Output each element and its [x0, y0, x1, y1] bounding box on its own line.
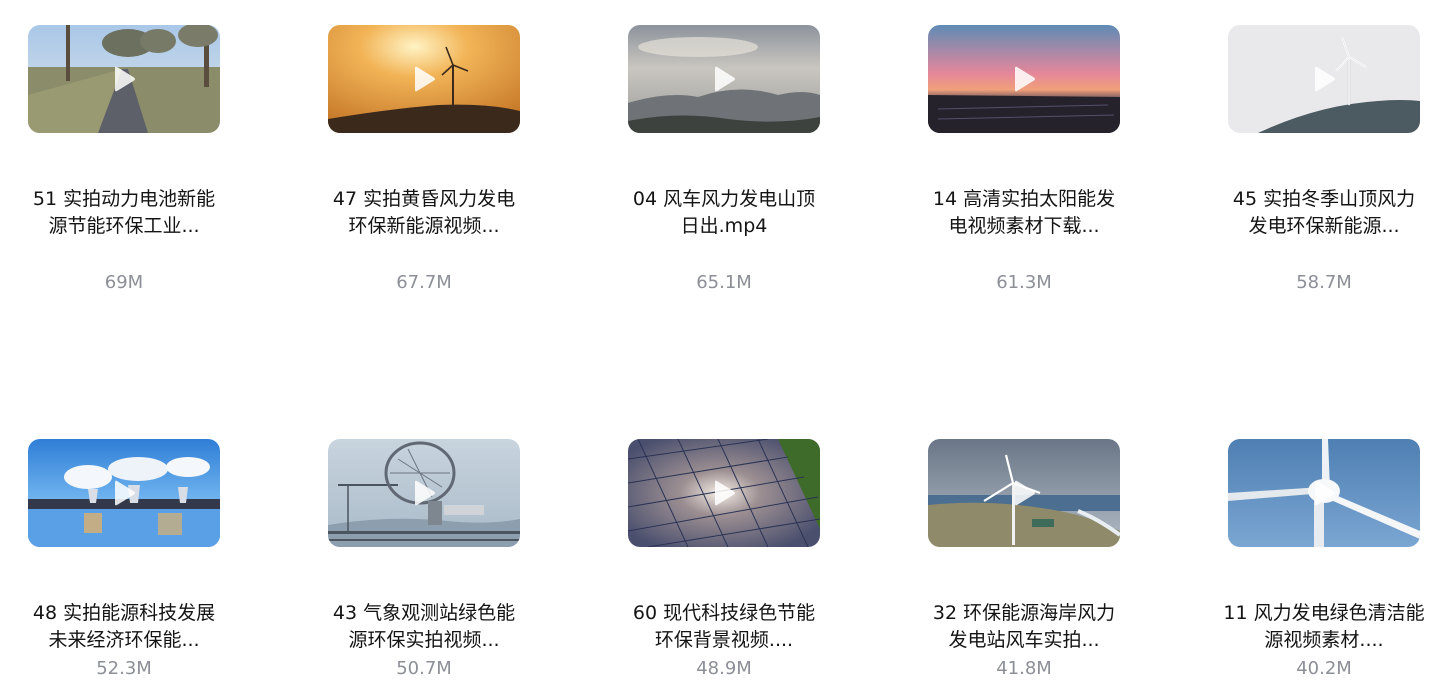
video-thumbnail[interactable] [328, 25, 520, 133]
play-icon [115, 66, 135, 92]
video-file-size: 40.2M [1296, 658, 1352, 679]
video-file-name: 45 实拍冬季山顶风力 发电环保新能源... [1232, 188, 1416, 237]
play-icon [115, 480, 135, 506]
video-thumbnail[interactable] [328, 439, 520, 547]
video-file-name: 32 环保能源海岸风力 发电站风车实拍... [932, 602, 1116, 651]
video-file-size: 41.8M [996, 658, 1052, 679]
video-file-name: 48 实拍能源科技发展 未来经济环保能... [32, 602, 216, 651]
play-icon [1015, 480, 1035, 506]
video-file-name: 04 风车风力发电山顶 日出.mp4 [632, 188, 816, 237]
video-file-size: 65.1M [696, 272, 752, 293]
video-file-grid: 51 实拍动力电池新能 源节能环保工业... 69M 47 实拍黄昏风力发电 环… [0, 0, 1455, 690]
video-thumbnail[interactable] [928, 25, 1120, 133]
play-icon [415, 66, 435, 92]
video-file-size: 58.7M [1296, 272, 1352, 293]
video-file-size: 52.3M [96, 658, 152, 679]
video-thumbnail[interactable] [628, 439, 820, 547]
video-file-size: 67.7M [396, 272, 452, 293]
play-icon [415, 480, 435, 506]
video-file-name: 14 高清实拍太阳能发 电视频素材下载... [932, 188, 1116, 237]
video-file-name: 51 实拍动力电池新能 源节能环保工业... [32, 188, 216, 237]
video-file-name: 47 实拍黄昏风力发电 环保新能源视频... [332, 188, 516, 237]
video-file-size: 50.7M [396, 658, 452, 679]
video-thumbnail[interactable] [1228, 25, 1420, 133]
play-icon [715, 66, 735, 92]
play-icon [1015, 66, 1035, 92]
video-file-name: 60 现代科技绿色节能 环保背景视频.... [632, 602, 816, 651]
video-file-size: 61.3M [996, 272, 1052, 293]
video-file-name: 11 风力发电绿色清洁能 源视频素材.... [1223, 602, 1425, 651]
video-thumbnail[interactable] [28, 25, 220, 133]
video-thumbnail[interactable] [28, 439, 220, 547]
video-thumbnail[interactable] [1228, 439, 1420, 547]
play-icon [1315, 480, 1335, 506]
video-file-size: 69M [104, 272, 144, 293]
play-icon [715, 480, 735, 506]
video-file-name: 43 气象观测站绿色能 源环保实拍视频... [332, 602, 516, 651]
play-icon [1315, 66, 1335, 92]
video-file-size: 48.9M [696, 658, 752, 679]
video-thumbnail[interactable] [628, 25, 820, 133]
video-thumbnail[interactable] [928, 439, 1120, 547]
